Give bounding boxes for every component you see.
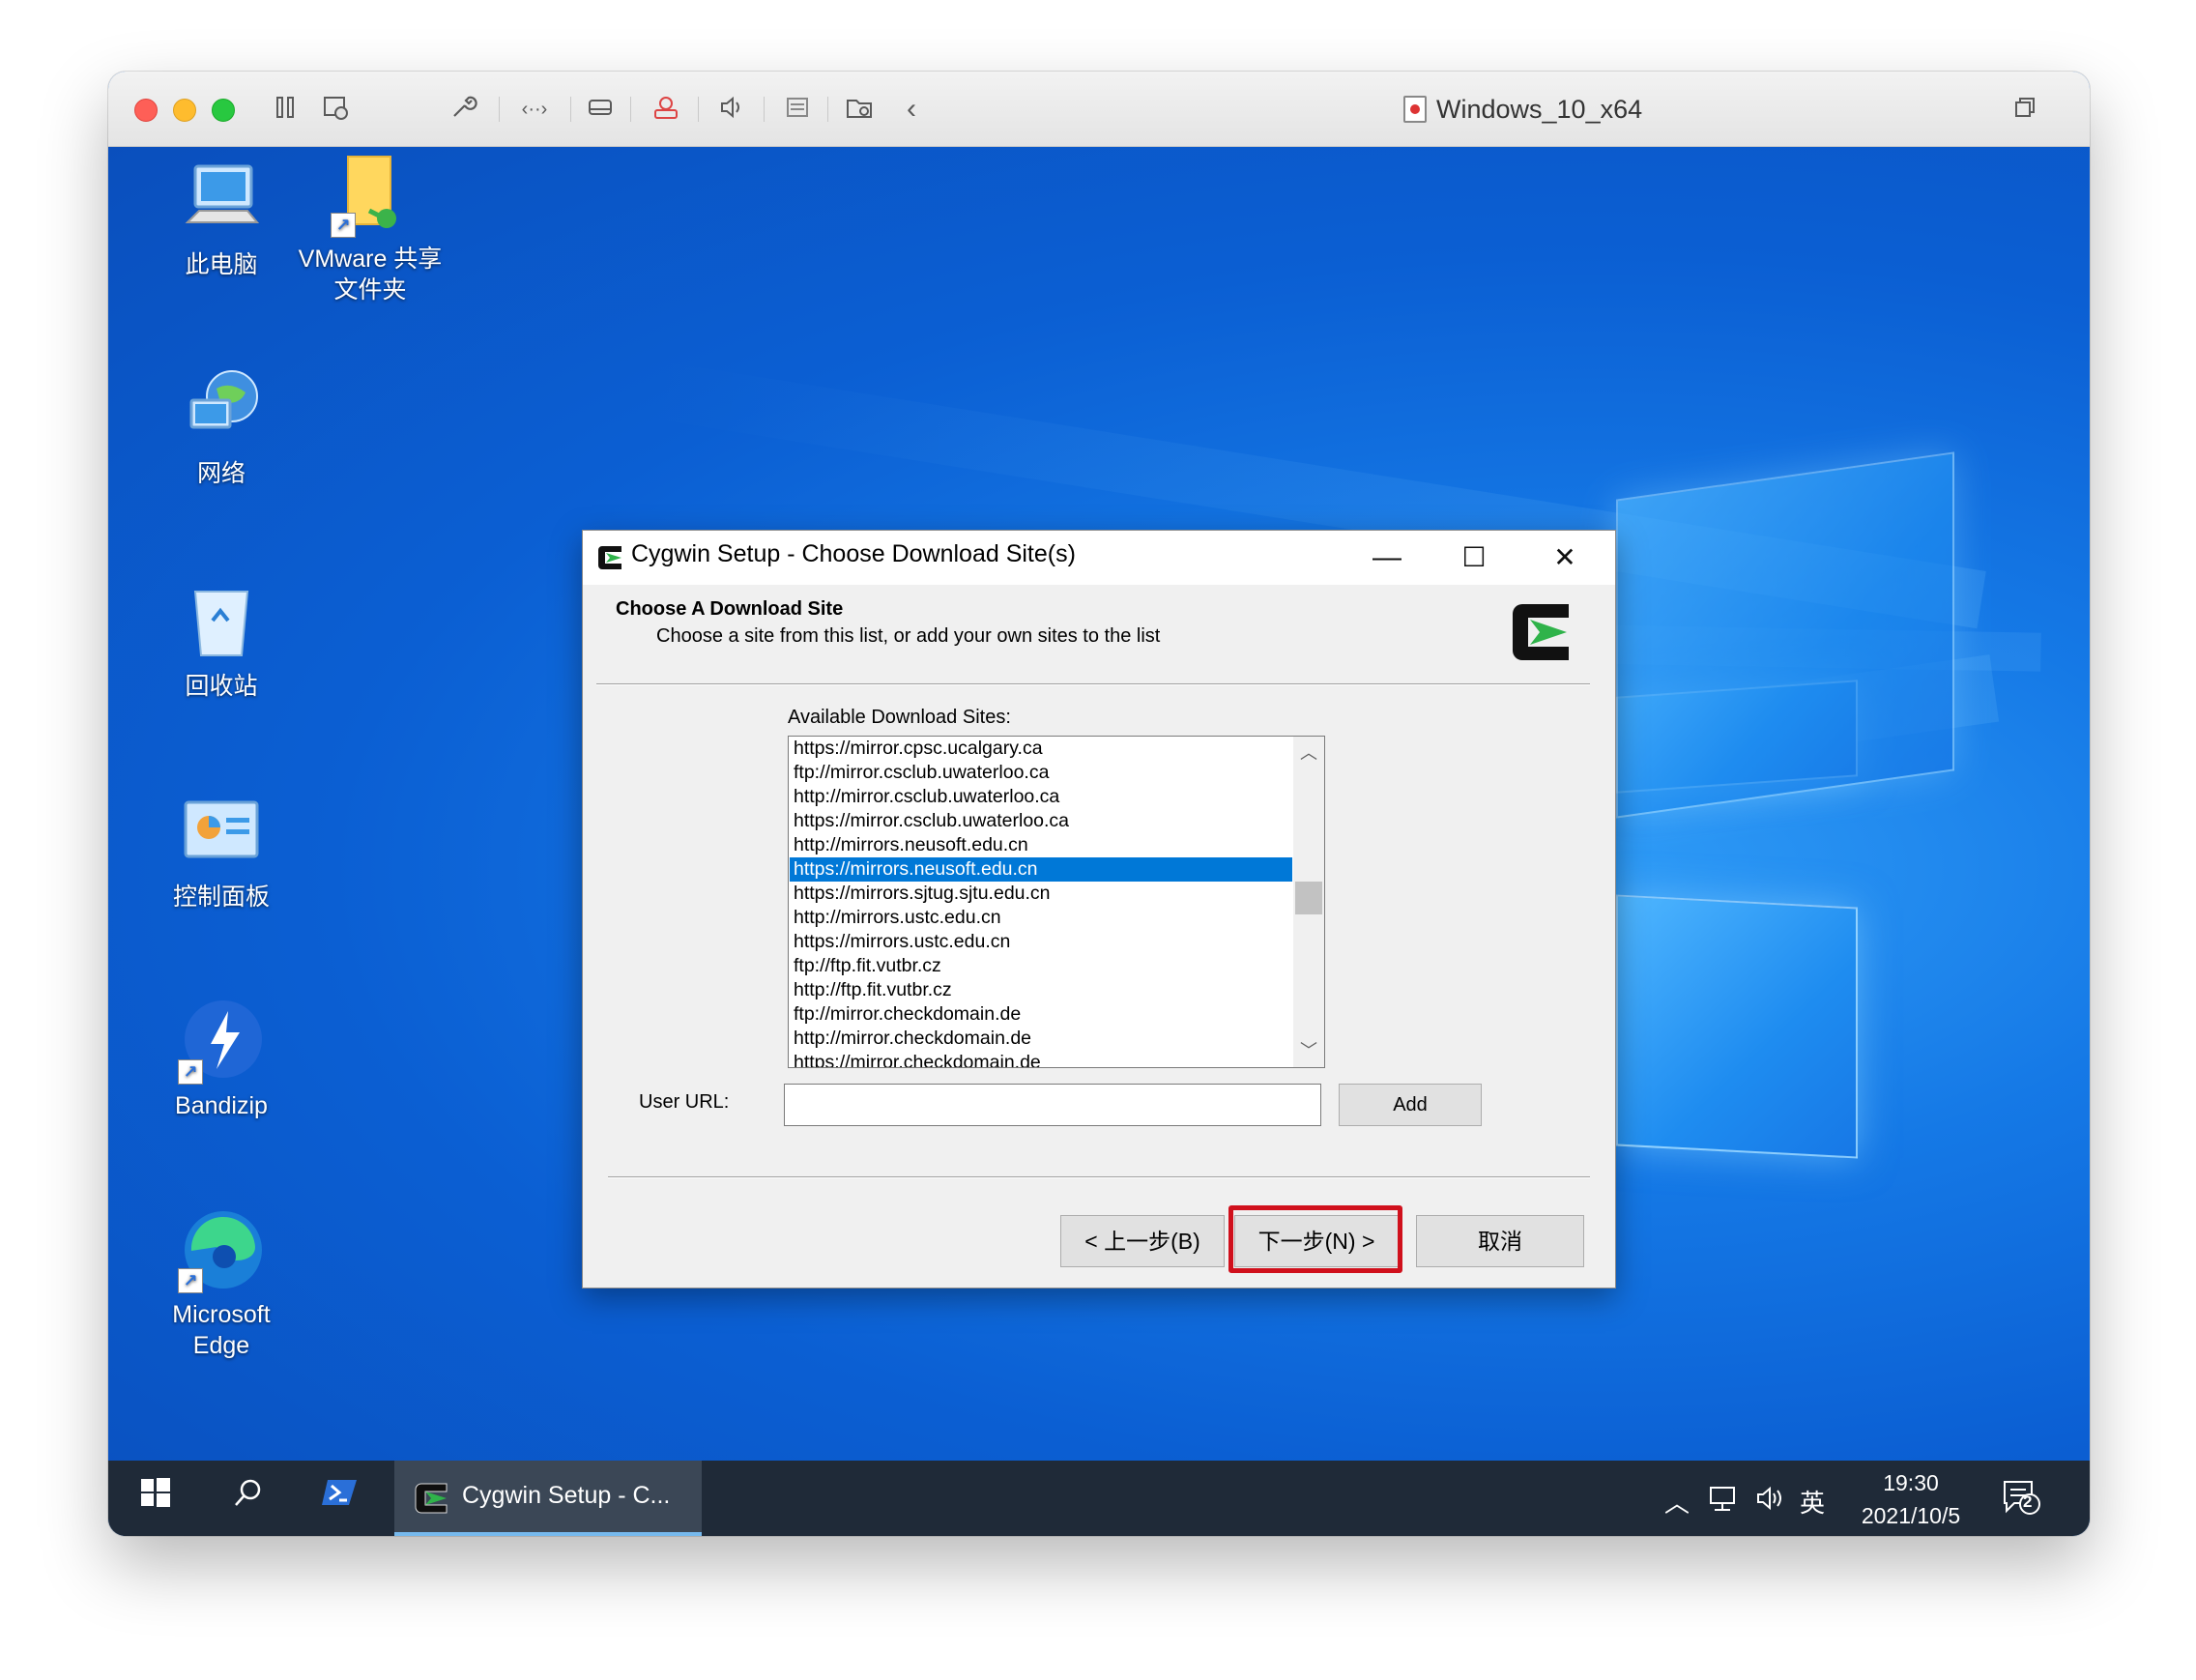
taskbar-app-label: Cygwin Setup - C... [462, 1482, 671, 1509]
close-button[interactable]: ✕ [1520, 531, 1609, 585]
page-subtitle: Choose a site from this list, or add you… [656, 625, 1161, 647]
page-title: Choose A Download Site [616, 598, 844, 620]
search-icon[interactable] [205, 1461, 292, 1536]
desktop-icon-this-pc[interactable]: 此电脑 [149, 157, 294, 280]
scroll-thumb[interactable] [1295, 882, 1322, 914]
list-item[interactable]: ftp://mirror.checkdomain.de [790, 1002, 1292, 1027]
close-window-button[interactable] [134, 99, 158, 122]
cygwin-setup-dialog: Cygwin Setup - Choose Download Site(s) —… [582, 530, 1616, 1289]
download-sites-list[interactable]: https://mirror.cpsc.ucalgary.ca ftp://mi… [788, 736, 1325, 1068]
windows-logo-pane [1616, 894, 1858, 1159]
scroll-up-icon[interactable]: ︿ [1293, 737, 1324, 769]
minimize-button[interactable]: — [1343, 531, 1431, 585]
next-button-highlight [1228, 1205, 1402, 1273]
list-item[interactable]: https://mirrors.sjtug.sjtu.edu.cn [790, 882, 1292, 906]
restore-window-icon[interactable] [2008, 93, 2041, 126]
speaker-icon[interactable] [715, 93, 748, 126]
start-windows-icon[interactable] [112, 1461, 199, 1536]
volume-icon[interactable] [1755, 1484, 1788, 1520]
list-item[interactable]: https://mirrors.ustc.edu.cn [790, 930, 1292, 954]
desktop-icon-edge[interactable]: ↗ Microsoft Edge [149, 1206, 294, 1361]
user-url-input[interactable] [784, 1084, 1321, 1126]
user-url-label: User URL: [639, 1091, 730, 1113]
clock-time: 19:30 [1883, 1470, 1939, 1495]
camera-user-icon[interactable] [650, 93, 682, 126]
shortcut-arrow-icon: ↗ [178, 1059, 203, 1085]
desktop-icon-vmware-shared[interactable]: ↗ VMware 共享 文件夹 [298, 151, 443, 305]
list-item[interactable]: http://mirror.checkdomain.de [790, 1027, 1292, 1051]
maximize-button[interactable]: ☐ [1430, 531, 1518, 585]
edge-browser-icon: ↗ [178, 1206, 265, 1293]
vm-window: ‹··› ‹ Windows_10_x64 此电脑 ↗ VMware 共享 文件… [108, 72, 2090, 1536]
zoom-window-button[interactable] [212, 99, 235, 122]
network-icon[interactable] [1709, 1484, 1742, 1520]
control-panel-icon [178, 789, 265, 876]
settings-wrench-icon[interactable] [447, 93, 479, 126]
vm-file-icon [1403, 96, 1427, 123]
disk-icon[interactable] [584, 93, 617, 126]
ime-indicator[interactable]: 英 [1800, 1484, 1825, 1520]
list-item[interactable]: http://mirrors.ustc.edu.cn [790, 906, 1292, 930]
vm-title: Windows_10_x64 [1403, 93, 1642, 126]
pause-icon[interactable] [269, 93, 302, 126]
back-button[interactable]: < 上一步(B) [1060, 1215, 1225, 1267]
desktop-icon-network[interactable]: 网络 [149, 365, 294, 489]
notification-center-icon[interactable]: 2 [2003, 1480, 2041, 1515]
cancel-button[interactable]: 取消 [1416, 1215, 1584, 1267]
desktop-icon-bandizip[interactable]: ↗ Bandizip [149, 998, 294, 1121]
network-globe-icon [178, 365, 265, 452]
minimize-window-button[interactable] [173, 99, 196, 122]
code-arrows-icon[interactable]: ‹··› [518, 93, 551, 126]
clock[interactable]: 19:30 2021/10/5 [1838, 1466, 1983, 1532]
chevron-up-icon[interactable]: ︿ [1664, 1484, 1690, 1520]
chevron-left-icon[interactable]: ‹ [895, 93, 928, 126]
dialog-titlebar[interactable]: Cygwin Setup - Choose Download Site(s) —… [583, 531, 1615, 585]
notification-count: 2 [2023, 1492, 2033, 1511]
list-item[interactable]: http://mirrors.neusoft.edu.cn [790, 833, 1292, 857]
clock-date: 2021/10/5 [1861, 1503, 1961, 1528]
shortcut-arrow-icon: ↗ [331, 213, 356, 238]
header-divider [596, 683, 1590, 685]
shortcut-arrow-icon: ↗ [178, 1268, 203, 1293]
snapshot-icon[interactable] [319, 93, 352, 126]
computer-icon [178, 157, 265, 244]
list-item[interactable]: https://mirror.checkdomain.de [790, 1051, 1292, 1067]
list-item[interactable]: http://ftp.fit.vutbr.cz [790, 978, 1292, 1002]
list-item[interactable]: http://mirror.csclub.uwaterloo.ca [790, 785, 1292, 809]
list-item-selected[interactable]: https://mirrors.neusoft.edu.cn [790, 857, 1292, 882]
list-scrollbar[interactable]: ︿ ﹀ [1293, 737, 1324, 1067]
vm-toolbar: ‹··› ‹ Windows_10_x64 [108, 72, 2090, 147]
taskbar-cygwin-setup[interactable]: Cygwin Setup - C... [394, 1461, 702, 1536]
printer-icon[interactable] [781, 93, 814, 126]
add-button[interactable]: Add [1339, 1084, 1482, 1126]
powershell-icon[interactable] [296, 1461, 383, 1536]
desktop-icon-recycle-bin[interactable]: 回收站 [149, 578, 294, 702]
recycle-bin-icon [178, 578, 265, 665]
vm-title-text: Windows_10_x64 [1436, 94, 1643, 124]
list-item[interactable]: https://mirror.cpsc.ucalgary.ca [790, 737, 1292, 761]
shared-folder-icon: ↗ [327, 151, 414, 238]
available-sites-label: Available Download Sites: [788, 707, 1011, 728]
shared-folder-icon[interactable] [843, 93, 876, 126]
windows-desktop: 此电脑 ↗ VMware 共享 文件夹 网络 回收站 控制面板 ↗ Bandiz… [108, 147, 2090, 1461]
cygwin-logo-icon [598, 546, 621, 569]
scroll-down-icon[interactable]: ﹀ [1293, 1034, 1324, 1067]
windows-taskbar: Cygwin Setup - C... ︿ 英 19:30 2021/10/5 … [108, 1461, 2090, 1536]
windows-logo-pane [1616, 451, 1954, 819]
desktop-icon-control-panel[interactable]: 控制面板 [149, 789, 294, 912]
cygwin-logo-icon [1513, 604, 1569, 660]
list-item[interactable]: https://mirror.csclub.uwaterloo.ca [790, 809, 1292, 833]
bandizip-lightning-icon: ↗ [178, 998, 265, 1085]
list-item[interactable]: ftp://mirror.csclub.uwaterloo.ca [790, 761, 1292, 785]
dialog-title: Cygwin Setup - Choose Download Site(s) [631, 540, 1076, 567]
list-item[interactable]: ftp://ftp.fit.vutbr.cz [790, 954, 1292, 978]
cygwin-logo-icon [415, 1483, 448, 1514]
footer-divider [608, 1176, 1590, 1178]
